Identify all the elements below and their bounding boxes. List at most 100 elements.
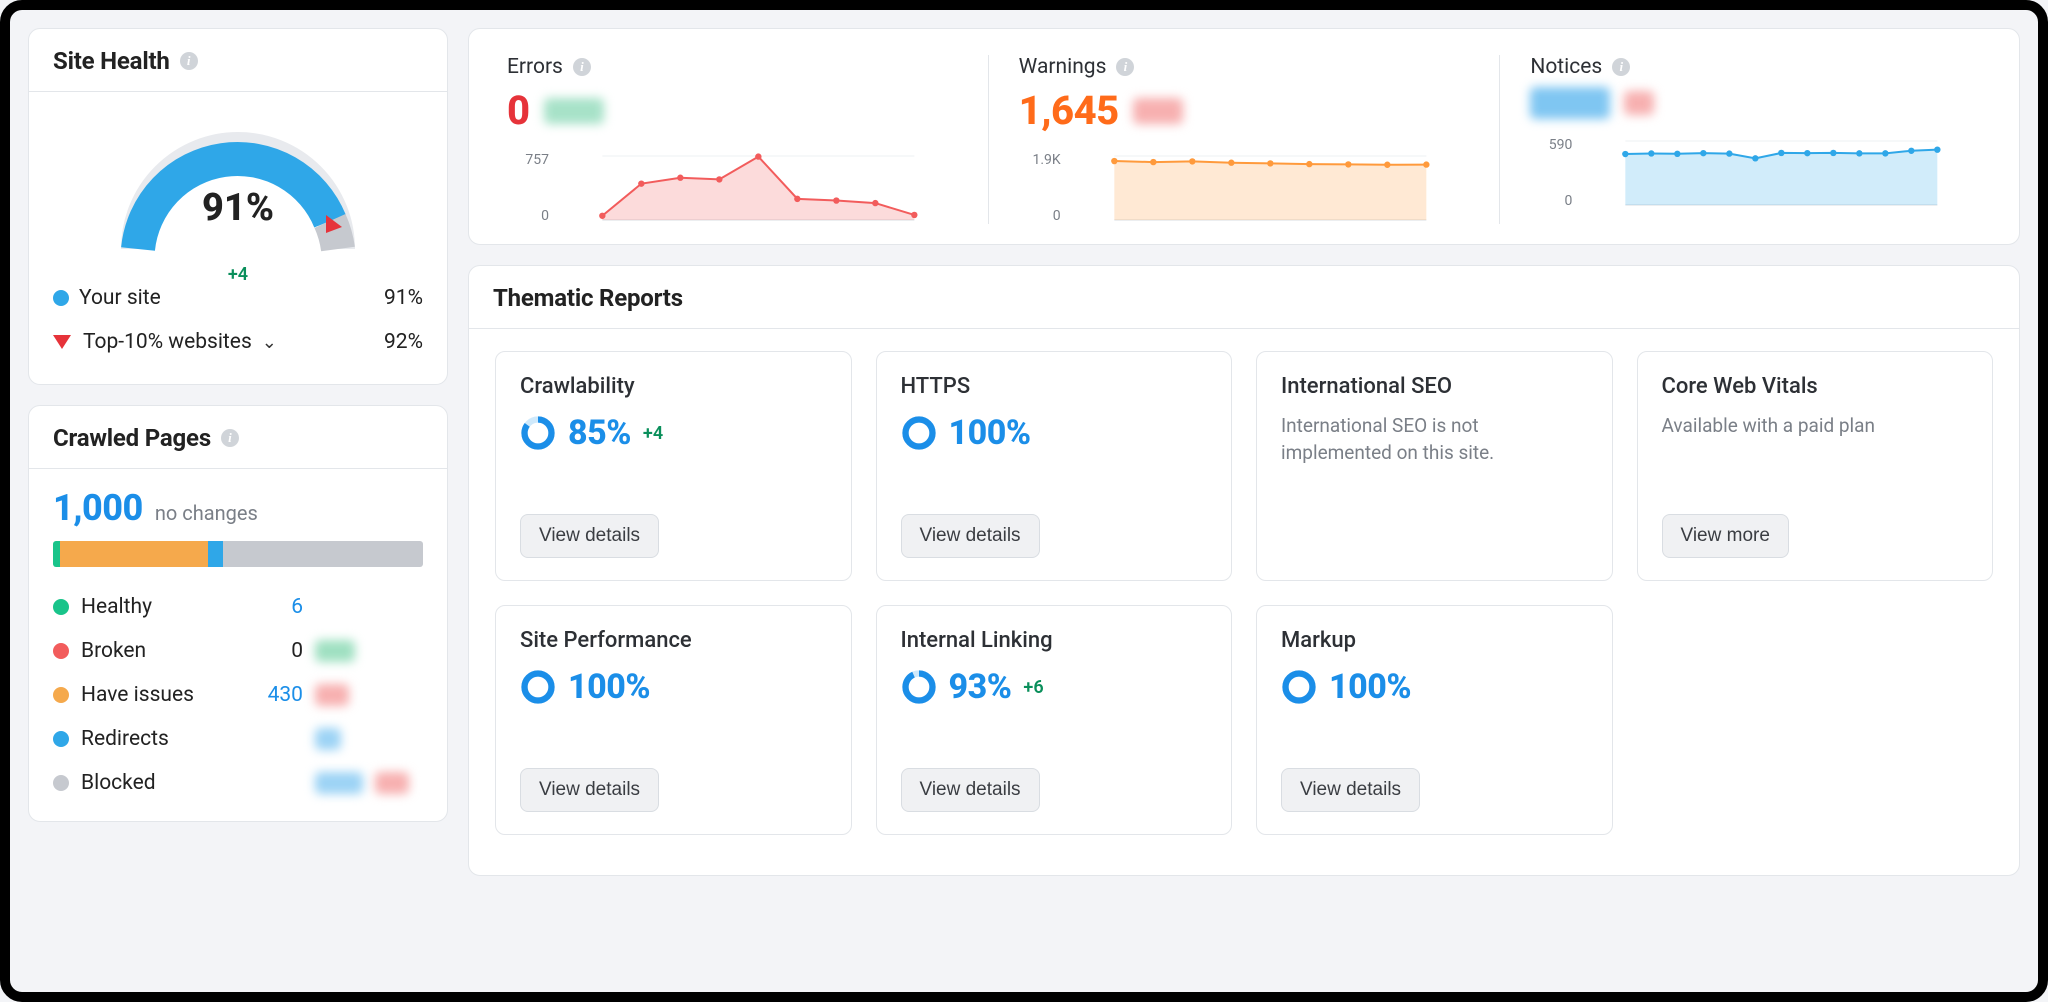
cp-label: Broken [81,639,231,663]
metric-label-text: Errors [507,55,563,79]
axis-min: 0 [1530,193,1572,209]
report-score: 93% [949,667,1012,707]
site-health-gauge: 91% +4 [108,114,368,264]
site-health-delta: +4 [108,264,368,285]
list-item[interactable]: Blocked [53,761,423,805]
report-core-web-vitals: Core Web Vitals Available with a paid pl… [1637,351,1994,581]
cp-label: Have issues [81,683,231,707]
legend-top10[interactable]: Top-10% websites ⌄ 92% [53,320,423,364]
site-health-value: 91% [108,186,368,230]
crawled-pages-card: Crawled Pages i 1,000 no changes Healthy… [28,405,448,822]
donut-icon [520,415,556,451]
donut-icon [1281,669,1317,705]
view-details-button[interactable]: View details [1281,768,1420,812]
dot-icon [53,687,69,703]
site-health-card: Site Health i 91% +4 [28,28,448,385]
report-delta: +6 [1023,677,1043,698]
dot-icon [53,290,69,306]
donut-icon [901,669,937,705]
donut-icon [520,669,556,705]
chevron-down-icon[interactable]: ⌄ [262,332,277,353]
cp-label: Redirects [81,727,231,751]
bar-segment-redirects [208,541,223,567]
report-title: International SEO [1281,374,1588,399]
redacted-chip [375,772,409,794]
view-details-button[interactable]: View details [520,768,659,812]
dot-icon [53,775,69,791]
legend-label: Your site [79,286,161,310]
redacted-chip [315,772,363,794]
thematic-reports-card: Thematic Reports Crawlability 85% +4 Vie… [468,265,2020,876]
info-icon[interactable]: i [221,429,239,447]
report-site-performance: Site Performance 100% View details [495,605,852,835]
axis-max: 1.9K [1019,152,1061,168]
overview-metrics-card: Errors i 0 757 0 [468,28,2020,245]
report-title: Internal Linking [901,628,1208,653]
report-score: 100% [568,667,650,707]
view-details-button[interactable]: View details [901,768,1040,812]
metric-notices[interactable]: Notices i 590 0 [1500,55,1989,224]
redacted-chip [1624,91,1654,115]
errors-spark-chart [559,152,958,224]
list-item[interactable]: Have issues 430 [53,673,423,717]
notices-spark-chart [1582,137,1981,209]
warnings-spark-chart [1071,152,1470,224]
dot-icon [53,643,69,659]
redacted-chip [1133,98,1183,124]
triangle-down-icon [53,335,71,349]
info-icon[interactable]: i [1612,58,1630,76]
report-score: 85% [568,413,631,453]
report-markup: Markup 100% View details [1256,605,1613,835]
cp-count: 430 [243,683,303,707]
metric-value: 1,645 [1019,87,1119,134]
report-note: Available with a paid plan [1662,413,1969,440]
report-delta: +4 [643,423,663,444]
legend-label: Top-10% websites [83,330,252,354]
report-title: Site Performance [520,628,827,653]
axis-max: 757 [507,152,549,168]
list-item[interactable]: Redirects [53,717,423,761]
cp-count: 0 [243,639,303,663]
metric-warnings[interactable]: Warnings i 1,645 1.9K 0 [989,55,1501,224]
dot-icon [53,731,69,747]
redacted-chip [1530,87,1610,119]
dot-icon [53,599,69,615]
view-more-button[interactable]: View more [1662,514,1789,558]
redacted-chip [544,98,604,124]
view-details-button[interactable]: View details [520,514,659,558]
metric-errors[interactable]: Errors i 0 757 0 [499,55,989,224]
report-title: Core Web Vitals [1662,374,1969,399]
list-item[interactable]: Broken 0 [53,629,423,673]
report-title: HTTPS [901,374,1208,399]
axis-max: 590 [1530,137,1572,153]
info-icon[interactable]: i [180,52,198,70]
bar-segment-haveissues [60,541,208,567]
cp-label: Healthy [81,595,231,619]
redacted-chip [315,728,341,750]
report-note: International SEO is not implemented on … [1281,413,1588,466]
thematic-title: Thematic Reports [493,284,683,312]
report-score: 100% [949,413,1031,453]
crawled-pages-bar [53,541,423,567]
axis-min: 0 [507,208,549,224]
report-score: 100% [1329,667,1411,707]
report-internal-linking: Internal Linking 93% +6 View details [876,605,1233,835]
crawled-pages-change: no changes [155,501,258,525]
report-international-seo: International SEO International SEO is n… [1256,351,1613,581]
metric-label-text: Notices [1530,55,1602,79]
cp-label: Blocked [81,771,231,795]
view-details-button[interactable]: View details [901,514,1040,558]
donut-icon [901,415,937,451]
crawled-pages-title: Crawled Pages [53,424,211,452]
info-icon[interactable]: i [573,58,591,76]
info-icon[interactable]: i [1116,58,1134,76]
list-item[interactable]: Healthy 6 [53,585,423,629]
legend-value: 92% [384,330,423,354]
report-title: Markup [1281,628,1588,653]
metric-label-text: Warnings [1019,55,1107,79]
cp-count: 6 [243,595,303,619]
redacted-chip [315,640,355,662]
legend-value: 91% [384,286,423,310]
report-https: HTTPS 100% View details [876,351,1233,581]
report-title: Crawlability [520,374,827,399]
